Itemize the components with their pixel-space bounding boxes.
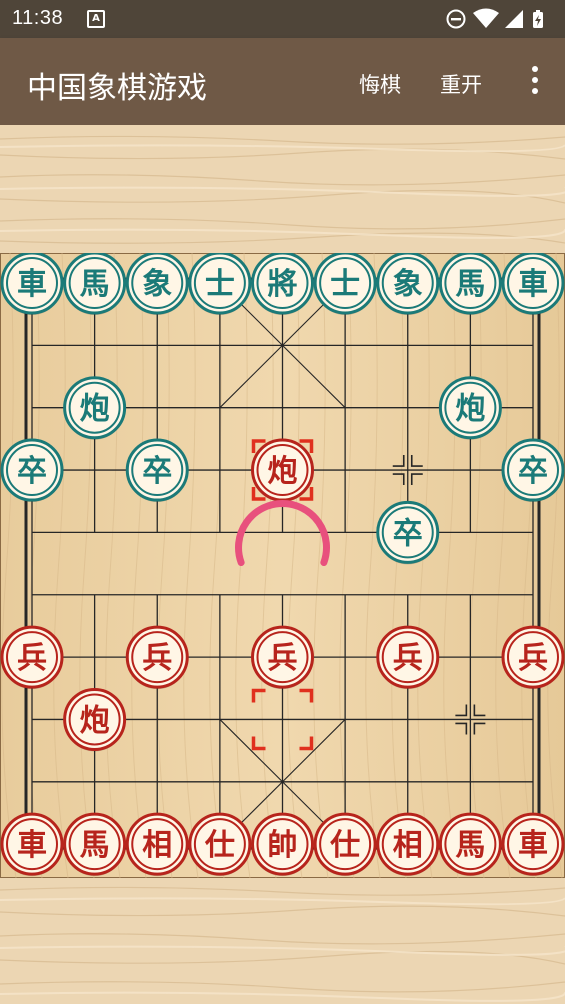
piece-label: 車 — [17, 267, 47, 302]
piece-label: 象 — [142, 267, 172, 302]
teal-general-piece[interactable]: 將 — [251, 253, 314, 315]
status-time: 11:38 — [12, 7, 64, 29]
app-bar: 中国象棋游戏 悔棋 重开 — [0, 38, 565, 125]
piece-label: 卒 — [142, 454, 172, 489]
red-soldier-piece[interactable]: 兵 — [251, 625, 314, 690]
red-advisor-piece[interactable]: 仕 — [313, 812, 377, 877]
teal-horse-piece[interactable]: 馬 — [63, 253, 127, 315]
red-horse-piece[interactable]: 馬 — [63, 812, 127, 877]
piece-label: 兵 — [17, 641, 47, 676]
piece-label: 相 — [393, 828, 423, 863]
red-cannon-piece[interactable]: 炮 — [251, 438, 314, 503]
teal-elephant-piece[interactable]: 象 — [125, 253, 189, 315]
piece-label: 兵 — [268, 641, 298, 676]
teal-chariot-piece[interactable]: 車 — [0, 253, 64, 315]
piece-label: 士 — [330, 267, 360, 302]
red-soldier-piece[interactable]: 兵 — [0, 625, 64, 690]
piece-label: 馬 — [80, 828, 110, 863]
app-title: 中国象棋游戏 — [27, 71, 207, 106]
wifi-icon — [473, 8, 499, 28]
piece-label: 仕 — [204, 828, 235, 863]
piece-label: 馬 — [455, 267, 485, 302]
do-not-disturb-icon — [446, 9, 466, 29]
piece-label: 卒 — [17, 454, 47, 489]
piece-label: 車 — [17, 828, 47, 863]
piece-label: 炮 — [80, 703, 110, 738]
teal-chariot-piece[interactable]: 車 — [501, 253, 565, 315]
wood-panel-bottom — [0, 878, 565, 1004]
piece-label: 車 — [518, 267, 548, 302]
red-soldier-piece[interactable]: 兵 — [501, 625, 565, 690]
teal-soldier-piece[interactable]: 卒 — [376, 500, 440, 565]
undo-button[interactable]: 悔棋 — [359, 69, 401, 99]
red-chariot-piece[interactable]: 車 — [0, 812, 64, 877]
piece-label: 馬 — [80, 267, 110, 302]
piece-label: 車 — [518, 828, 548, 863]
red-horse-piece[interactable]: 馬 — [438, 812, 502, 877]
teal-horse-piece[interactable]: 馬 — [438, 253, 502, 315]
red-cannon-piece[interactable]: 炮 — [63, 687, 127, 752]
status-bar: 11:38 A — [0, 0, 565, 38]
piece-label: 將 — [268, 267, 298, 302]
piece-label: 象 — [393, 267, 423, 302]
piece-label: 帥 — [268, 828, 298, 863]
wood-panel-top — [0, 125, 565, 253]
piece-label: 相 — [142, 828, 172, 863]
piece-label: 兵 — [393, 641, 423, 676]
xiangqi-board[interactable]: 車馬象士將士象馬車炮 炮卒卒卒卒炮兵兵兵兵兵炮車馬相仕帥仕相馬車 — [0, 253, 565, 878]
red-soldier-piece[interactable]: 兵 — [125, 625, 189, 690]
teal-cannon-piece[interactable]: 炮 — [438, 376, 502, 440]
status-icons — [446, 8, 543, 29]
restart-button[interactable]: 重开 — [440, 69, 482, 99]
teal-cannon-piece[interactable]: 炮 — [63, 376, 127, 440]
signal-icon — [505, 10, 523, 28]
piece-label: 兵 — [142, 641, 172, 676]
piece-label: 炮 — [455, 392, 485, 427]
piece-label: 兵 — [518, 641, 548, 676]
red-general-piece[interactable]: 帥 — [251, 812, 314, 877]
teal-soldier-piece[interactable]: 卒 — [0, 438, 64, 503]
piece-label: 馬 — [455, 828, 485, 863]
piece-label: 仕 — [329, 828, 360, 863]
red-advisor-piece[interactable]: 仕 — [188, 812, 252, 877]
red-chariot-piece[interactable]: 車 — [501, 812, 565, 877]
piece-label: 卒 — [393, 516, 423, 551]
red-soldier-piece[interactable]: 兵 — [376, 625, 440, 690]
red-elephant-piece[interactable]: 相 — [125, 812, 189, 877]
piece-label: 炮 — [268, 454, 298, 489]
piece-label: 士 — [205, 267, 235, 302]
teal-advisor-piece[interactable]: 士 — [313, 253, 377, 315]
red-elephant-piece[interactable]: 相 — [376, 812, 440, 877]
teal-soldier-piece[interactable]: 卒 — [125, 438, 189, 503]
piece-label: 炮 — [80, 392, 110, 427]
more-vert-icon[interactable] — [527, 66, 543, 98]
battery-charging-icon — [533, 10, 543, 28]
teal-advisor-piece[interactable]: 士 — [188, 253, 252, 315]
text-a-icon: A — [87, 10, 105, 28]
teal-elephant-piece[interactable]: 象 — [376, 253, 440, 315]
teal-soldier-piece[interactable]: 卒 — [501, 438, 565, 503]
piece-label: 卒 — [518, 454, 548, 489]
